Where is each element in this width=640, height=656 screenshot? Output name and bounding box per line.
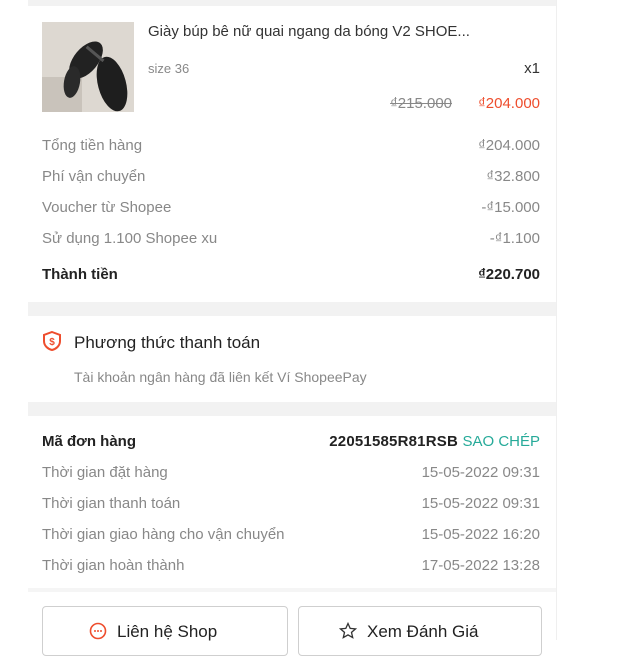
summary-value: -₫1.100 — [489, 230, 540, 247]
product-name[interactable]: Giày búp bê nữ quai ngang da bóng V2 SHO… — [148, 23, 540, 40]
summary-label: Voucher từ Shopee — [42, 199, 172, 216]
payment-method-description: Tài khoản ngân hàng đã liên kết Ví Shope… — [74, 369, 367, 385]
summary-row-voucher: Voucher từ Shopee -₫15.000 — [42, 199, 540, 221]
time-value: 15-05-2022 16:20 — [421, 526, 540, 543]
time-row-completed: Thời gian hoàn thành 17-05-2022 13:28 — [42, 557, 540, 579]
time-label: Thời gian thanh toán — [42, 495, 181, 512]
product-image[interactable] — [42, 22, 134, 112]
payment-method-title: Phương thức thanh toán — [74, 333, 261, 352]
total-value: ₫220.700 — [478, 266, 540, 283]
summary-label: Tổng tiền hàng — [42, 137, 143, 154]
time-row-shipped: Thời gian giao hàng cho vận chuyển 15-05… — [42, 526, 540, 548]
summary-value: ₫204.000 — [478, 137, 540, 154]
top-divider — [28, 0, 556, 6]
time-label: Thời gian hoàn thành — [42, 557, 185, 574]
sale-price: ₫204.000 — [478, 95, 540, 112]
summary-value: ₫32.800 — [486, 168, 540, 185]
order-detail-panel: Giày búp bê nữ quai ngang da bóng V2 SHO… — [28, 0, 556, 656]
svg-text:$: $ — [49, 337, 55, 348]
chat-icon — [89, 622, 107, 640]
shield-payment-icon: $ — [42, 330, 62, 352]
order-id-value: 22051585R81RSB — [329, 433, 458, 450]
time-value: 15-05-2022 09:31 — [421, 495, 540, 512]
contact-shop-button[interactable]: Liên hệ Shop — [42, 606, 288, 656]
summary-label: Sử dụng 1.100 Shopee xu — [42, 230, 218, 247]
section-divider — [28, 402, 556, 416]
section-divider — [28, 588, 556, 592]
order-id-label: Mã đơn hàng — [42, 433, 136, 450]
time-label: Thời gian đặt hàng — [42, 464, 168, 481]
summary-row-shipping: Phí vận chuyển ₫32.800 — [42, 168, 540, 190]
view-rating-button[interactable]: Xem Đánh Giá — [298, 606, 542, 656]
contact-shop-label: Liên hệ Shop — [117, 622, 218, 641]
time-value: 17-05-2022 13:28 — [421, 557, 540, 574]
total-label: Thành tiền — [42, 266, 118, 283]
summary-value: -₫15.000 — [481, 199, 540, 216]
original-price: ₫215.000 — [390, 95, 452, 112]
summary-row-coins: Sử dụng 1.100 Shopee xu -₫1.100 — [42, 230, 540, 252]
summary-row-subtotal: Tổng tiền hàng ₫204.000 — [42, 137, 540, 159]
view-rating-label: Xem Đánh Giá — [367, 622, 479, 641]
summary-label: Phí vận chuyển — [42, 168, 146, 185]
section-divider — [28, 302, 556, 316]
time-row-ordered: Thời gian đặt hàng 15-05-2022 09:31 — [42, 464, 540, 486]
copy-order-id-button[interactable]: SAO CHÉP — [462, 433, 540, 450]
panel-edge — [556, 0, 557, 640]
summary-row-total: Thành tiền ₫220.700 — [42, 266, 540, 288]
product-variant: size 36 — [148, 61, 190, 76]
time-label: Thời gian giao hàng cho vận chuyển — [42, 526, 285, 543]
time-value: 15-05-2022 09:31 — [421, 464, 540, 481]
product-quantity: x1 — [524, 60, 540, 77]
time-row-paid: Thời gian thanh toán 15-05-2022 09:31 — [42, 495, 540, 517]
star-icon — [338, 621, 358, 640]
